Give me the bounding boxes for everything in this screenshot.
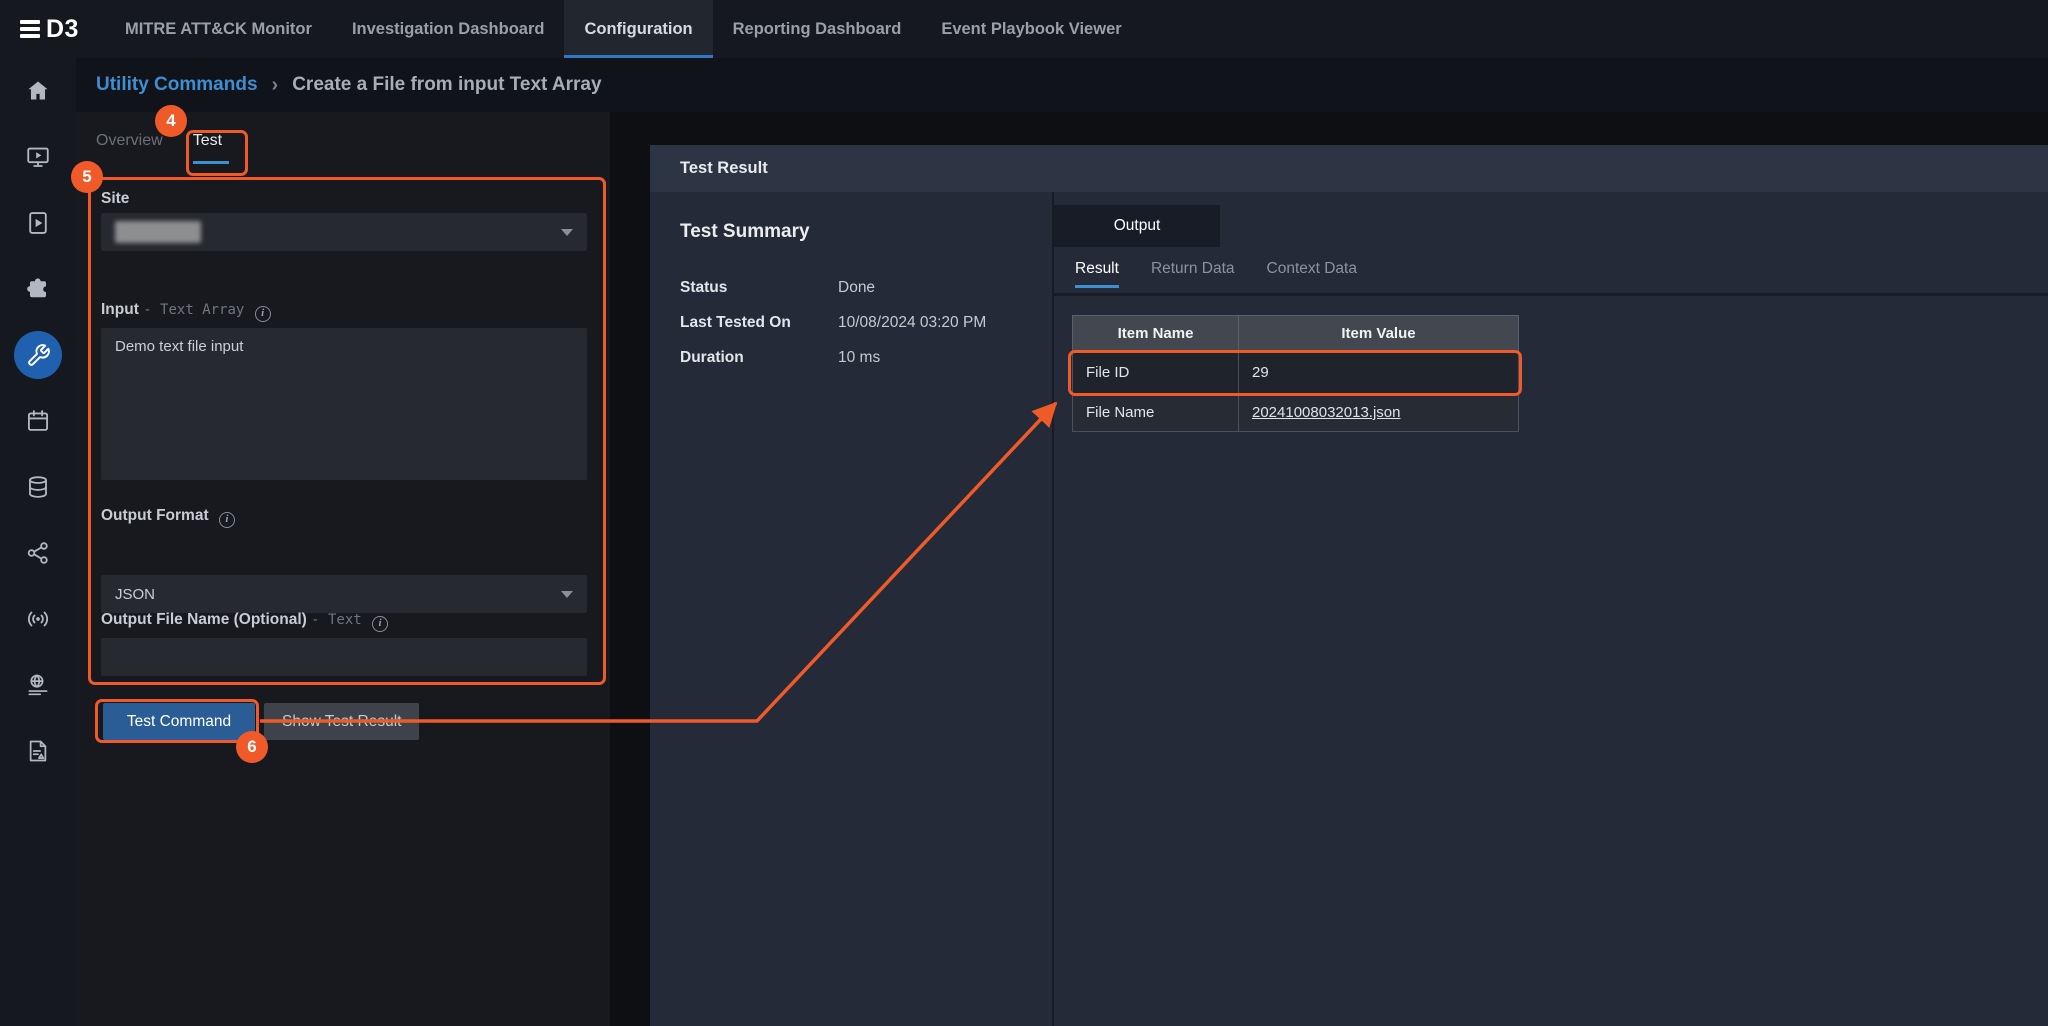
output-file-name-type-hint: - Text	[311, 612, 362, 628]
summary-row-duration: Duration 10 ms	[680, 349, 1030, 367]
output-format-value: JSON	[115, 586, 155, 603]
document-signature-icon[interactable]	[0, 718, 76, 784]
tab-overview[interactable]: Overview	[96, 132, 163, 160]
output-file-name-input[interactable]	[101, 638, 587, 676]
subtab-return-data[interactable]: Return Data	[1151, 260, 1235, 288]
tab-test[interactable]: Test	[193, 132, 222, 160]
test-result-header: Test Result	[650, 145, 2048, 192]
file-name-link[interactable]: 20241008032013.json	[1252, 404, 1400, 421]
test-summary: Test Summary Status Done Last Tested On …	[680, 221, 1030, 384]
file-id-value-cell: 29	[1239, 352, 1519, 394]
redacted-site-value	[115, 221, 201, 243]
app-window: D3 MITRE ATT&CK Monitor Investigation Da…	[0, 0, 2048, 1026]
output-subtabs: Result Return Data Context Data	[1075, 260, 1357, 288]
test-summary-title: Test Summary	[680, 221, 1030, 243]
subtab-context-data[interactable]: Context Data	[1267, 260, 1357, 288]
database-icon[interactable]	[0, 454, 76, 520]
command-tabs: Overview Test	[96, 132, 222, 160]
show-test-result-button[interactable]: Show Test Result	[264, 703, 419, 740]
utility-commands-wrench-icon[interactable]	[0, 322, 76, 388]
d3-logo[interactable]: D3	[0, 0, 105, 58]
table-row-file-name: File Name 20241008032013.json	[1073, 394, 1519, 432]
table-header-item-value: Item Value	[1239, 316, 1519, 352]
output-result-table: Item Name Item Value File ID 29 File Nam…	[1072, 315, 1519, 432]
nav-reporting-dashboard[interactable]: Reporting Dashboard	[713, 0, 922, 58]
breadcrumb-utility-commands[interactable]: Utility Commands	[96, 74, 258, 96]
site-label: Site	[101, 190, 129, 208]
input-label: Input - Text Array	[101, 301, 271, 322]
icon-sidebar	[0, 58, 76, 1026]
output-format-label: Output Format	[101, 507, 235, 528]
d3-logo-icon	[20, 20, 40, 38]
duration-value: 10 ms	[838, 349, 880, 367]
active-sidebar-highlight	[14, 331, 62, 379]
test-result-title: Test Result	[680, 159, 768, 178]
home-icon[interactable]	[0, 58, 76, 124]
breadcrumb-separator-icon: ›	[272, 74, 279, 97]
command-test-panel: Overview Test Site Input - Text Array De…	[76, 112, 610, 1026]
incident-monitor-icon[interactable]	[0, 124, 76, 190]
subtab-divider	[1054, 293, 2048, 296]
output-format-select[interactable]: JSON	[101, 575, 587, 613]
info-icon[interactable]	[372, 616, 388, 632]
breadcrumb: Utility Commands › Create a File from in…	[76, 58, 2048, 112]
nav-investigation-dashboard[interactable]: Investigation Dashboard	[332, 0, 565, 58]
nav-event-playbook-viewer[interactable]: Event Playbook Viewer	[921, 0, 1141, 58]
input-textarea[interactable]: Demo text file input	[101, 328, 587, 480]
share-nodes-icon[interactable]	[0, 520, 76, 586]
table-header-row: Item Name Item Value	[1073, 316, 1519, 352]
output-file-name-label: Output File Name (Optional) - Text	[101, 611, 388, 632]
top-navigation: D3 MITRE ATT&CK Monitor Investigation Da…	[0, 0, 2048, 58]
summary-row-status: Status Done	[680, 279, 1030, 297]
file-id-name-cell: File ID	[1073, 352, 1239, 394]
status-value: Done	[838, 279, 875, 297]
info-icon[interactable]	[255, 306, 271, 322]
globe-report-icon[interactable]	[0, 652, 76, 718]
d3-logo-text: D3	[46, 15, 79, 44]
output-section: Output Result Return Data Context Data I…	[1054, 192, 2048, 1026]
calendar-icon[interactable]	[0, 388, 76, 454]
playbook-icon[interactable]	[0, 190, 76, 256]
chevron-down-icon	[561, 591, 573, 598]
nav-mitre-attack-monitor[interactable]: MITRE ATT&CK Monitor	[105, 0, 332, 58]
table-header-item-name: Item Name	[1073, 316, 1239, 352]
input-type-hint: - Text Array	[143, 302, 244, 318]
tab-output[interactable]: Output	[1054, 205, 1220, 247]
nav-configuration[interactable]: Configuration	[564, 0, 712, 58]
site-select[interactable]	[101, 213, 587, 251]
page-title: Create a File from input Text Array	[292, 74, 601, 96]
info-icon[interactable]	[219, 512, 235, 528]
broadcast-icon[interactable]	[0, 586, 76, 652]
last-tested-value: 10/08/2024 03:20 PM	[838, 314, 986, 332]
integrations-puzzle-icon[interactable]	[0, 256, 76, 322]
summary-row-last-tested: Last Tested On 10/08/2024 03:20 PM	[680, 314, 1030, 332]
table-row-file-id: File ID 29	[1073, 352, 1519, 394]
test-command-button[interactable]: Test Command	[103, 703, 255, 740]
file-name-value-cell: 20241008032013.json	[1239, 394, 1519, 432]
file-name-name-cell: File Name	[1073, 394, 1239, 432]
subtab-result[interactable]: Result	[1075, 260, 1119, 288]
chevron-down-icon	[561, 229, 573, 236]
test-result-panel: Test Result Test Summary Status Done Las…	[650, 145, 2048, 1026]
